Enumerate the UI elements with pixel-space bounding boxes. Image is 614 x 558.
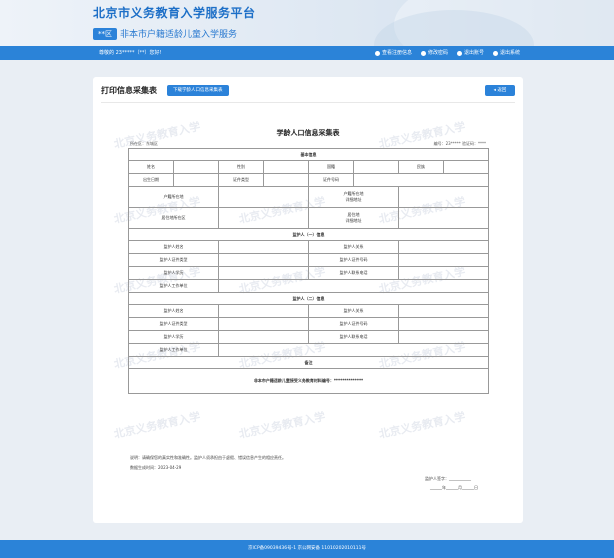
watermark: 北京义务教育入学 [112, 409, 202, 441]
download-form-button[interactable]: 下载学龄人口信息采集表 [167, 85, 229, 96]
label-guardian-id-number: 监护人证件号码 [308, 317, 399, 331]
label-hukou-location: 户籍所在地 [128, 186, 219, 208]
nav-links: 查看注册信息 修改密码 退出账号 退出系统 [374, 46, 520, 60]
label-hukou-address: 户籍所在地 详细地址 [308, 186, 399, 208]
label-residence-district: 居住地所在区 [128, 207, 219, 229]
value-cell [173, 160, 219, 174]
label-nationality: 国籍 [308, 160, 354, 174]
info-form-table: 基本信息 姓名 性别 国籍 民族 出生日期 证件类型 证件号码 户籍所在地 户籍… [128, 148, 489, 394]
value-cell [218, 343, 489, 357]
print-card: 打印信息采集表 下载学龄人口信息采集表 ◂ 返回 北京义务教育入学 北京义务教育… [93, 77, 523, 523]
logout-account-link[interactable]: 退出账号 [456, 46, 484, 60]
instruction-note: 说明：请确保您的真实性和准确性。监护人须承担由于虚假、错误信息产生的相应责任。 [130, 455, 286, 460]
label-guardian-education: 监护人学历 [128, 266, 219, 280]
label-ethnicity: 民族 [398, 160, 444, 174]
card-title: 打印信息采集表 [101, 86, 157, 95]
label-guardian-id-type: 监护人证件类型 [128, 253, 219, 267]
material-number-row: 非本市户籍适龄儿童接受义务教育材料编号：************** [128, 368, 489, 394]
label-guardian-education: 监护人学历 [128, 330, 219, 344]
serial-number: 编号：23***** 验证码：**** [433, 141, 486, 146]
platform-title: 北京市义务教育入学服务平台 [93, 6, 256, 20]
guardian-signature: 监护人签字：___________ [425, 476, 471, 481]
value-cell [263, 173, 309, 187]
site-footer: 京ICP备09039436号-1 京公网安备 11010202010111号 [0, 540, 614, 558]
value-cell [353, 173, 489, 187]
value-cell [398, 253, 489, 267]
section-guardian-2: 监护人（二）信息 [128, 292, 489, 305]
value-cell [353, 160, 399, 174]
value-cell [218, 240, 309, 254]
section-remark: 备注 [128, 356, 489, 369]
change-password-link[interactable]: 修改密码 [420, 46, 448, 60]
watermark: 北京义务教育入学 [237, 409, 327, 441]
watermark: 北京义务教育入学 [377, 409, 467, 441]
label-birth-date: 出生日期 [128, 173, 174, 187]
link-label: 退出系统 [499, 50, 520, 56]
value-cell [218, 207, 309, 229]
label-guardian-name: 监护人姓名 [128, 240, 219, 254]
view-registration-link[interactable]: 查看注册信息 [374, 46, 412, 60]
exit-system-link[interactable]: 退出系统 [492, 46, 520, 60]
label-gender: 性别 [218, 160, 264, 174]
value-cell [218, 317, 309, 331]
link-label: 退出账号 [463, 50, 484, 56]
label-guardian-phone: 监护人联系电话 [308, 330, 399, 344]
label-name: 姓名 [128, 160, 174, 174]
value-cell [398, 240, 489, 254]
value-cell [398, 304, 489, 318]
label-guardian-employer: 监护人工作单位 [128, 343, 219, 357]
value-cell [398, 207, 489, 229]
label-guardian-phone: 监护人联系电话 [308, 266, 399, 280]
divider [101, 102, 515, 103]
document-title: 学龄人口信息采集表 [276, 129, 340, 137]
label-guardian-relation: 监护人关系 [308, 240, 399, 254]
label-guardian-id-number: 监护人证件号码 [308, 253, 399, 267]
district-label: 所在区：东城区 [130, 141, 158, 146]
value-cell [398, 186, 489, 208]
value-cell [443, 160, 489, 174]
label-guardian-name: 监护人姓名 [128, 304, 219, 318]
value-cell [218, 330, 309, 344]
section-guardian-1: 监护人（一）信息 [128, 228, 489, 241]
value-cell [398, 330, 489, 344]
value-cell [398, 317, 489, 331]
logout-icon [492, 50, 498, 56]
district-badge: **区 [93, 28, 117, 40]
value-cell [218, 304, 309, 318]
circle-icon [456, 50, 462, 56]
value-cell [218, 253, 309, 267]
value-cell [218, 279, 489, 293]
generated-date: 数据生成时间：2023-04-29 [130, 465, 182, 470]
section-basic: 基本信息 [128, 148, 489, 161]
value-cell [218, 266, 309, 280]
label-id-number: 证件号码 [308, 173, 354, 187]
link-label: 修改密码 [427, 50, 448, 56]
lock-icon [420, 50, 426, 56]
top-nav: 尊敬的 23*****（**）您好! 查看注册信息 修改密码 退出账号 退出系统 [0, 46, 614, 60]
sub-title: 非本市户籍适龄儿童入学服务 [120, 30, 238, 40]
back-button[interactable]: ◂ 返回 [485, 85, 515, 96]
value-cell [218, 186, 309, 208]
value-cell [263, 160, 309, 174]
link-label: 查看注册信息 [381, 50, 412, 56]
label-guardian-id-type: 监护人证件类型 [128, 317, 219, 331]
label-guardian-relation: 监护人关系 [308, 304, 399, 318]
label-residence-address: 居住地 详细地址 [308, 207, 399, 229]
value-cell [398, 266, 489, 280]
label-id-type: 证件类型 [218, 173, 264, 187]
user-icon [374, 50, 380, 56]
label-guardian-employer: 监护人工作单位 [128, 279, 219, 293]
greeting-text: 尊敬的 23*****（**）您好! [99, 50, 162, 56]
header-banner: 北京市义务教育入学服务平台 **区 非本市户籍适龄儿童入学服务 [0, 0, 614, 46]
signature-date: ______年______月______日 [430, 485, 478, 490]
value-cell [173, 173, 219, 187]
